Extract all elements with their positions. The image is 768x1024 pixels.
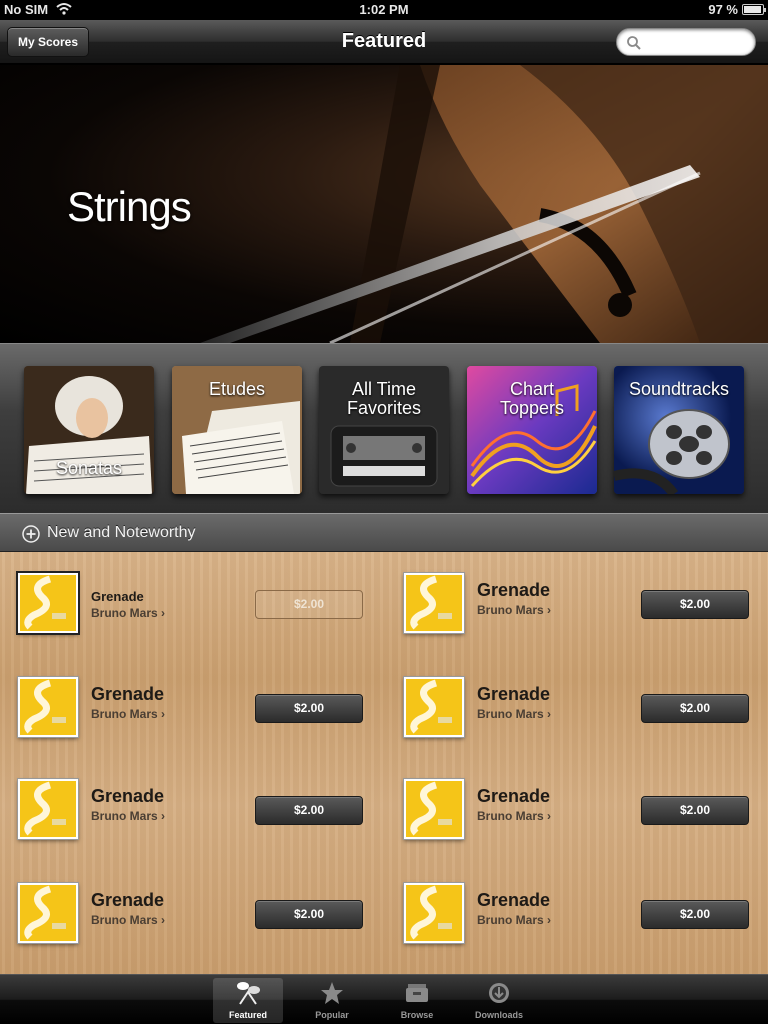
- section-header[interactable]: New and Noteworthy: [0, 513, 768, 552]
- category-sonatas[interactable]: Sonatas: [24, 366, 154, 494]
- song-title: Grenade: [477, 890, 551, 910]
- category-etudes[interactable]: Etudes: [172, 366, 302, 494]
- price-button[interactable]: $2.00: [255, 694, 363, 723]
- tab-bar: Featured Popular Browse Downloads: [0, 974, 768, 1024]
- album-art[interactable]: [16, 571, 80, 635]
- song-title: Grenade: [477, 786, 551, 806]
- song-title: Grenade: [91, 890, 165, 910]
- album-art[interactable]: [403, 572, 465, 634]
- album-art-image: [406, 575, 462, 631]
- chevron-right-icon: ›: [161, 606, 166, 620]
- price-button[interactable]: $2.00: [255, 590, 363, 619]
- price-button[interactable]: $2.00: [641, 796, 749, 825]
- tab-downloads[interactable]: Downloads: [464, 978, 534, 1023]
- price-button[interactable]: $2.00: [641, 694, 749, 723]
- song-title: Grenade: [91, 589, 144, 604]
- chevron-right-icon: ›: [161, 707, 166, 721]
- score-list: Grenade Bruno Mars › $2.00 Grenade Bruno…: [0, 552, 768, 974]
- artist-link[interactable]: Bruno Mars ›: [477, 603, 551, 617]
- artist-link[interactable]: Bruno Mars ›: [91, 809, 165, 823]
- tab-label: Browse: [400, 1010, 434, 1020]
- battery-percent: 97 %: [708, 2, 738, 17]
- song-title: Grenade: [91, 786, 165, 806]
- category-strip: Sonatas Etudes All Time Favorites Chart …: [0, 343, 768, 513]
- tile-label: Etudes: [208, 379, 266, 399]
- star-icon: [321, 982, 343, 1004]
- search-icon: [627, 36, 641, 50]
- tab-label: Downloads: [474, 1010, 523, 1020]
- list-item[interactable]: Grenade Bruno Mars › $2.00: [386, 656, 768, 760]
- list-item[interactable]: Grenade Bruno Mars › $2.00: [0, 656, 384, 760]
- album-art-image: [20, 885, 76, 941]
- status-bar: No SIM 1:02 PM 97 %: [0, 0, 768, 20]
- price-button[interactable]: $2.00: [641, 590, 749, 619]
- category-soundtracks[interactable]: Soundtracks: [614, 366, 744, 494]
- artist-link[interactable]: Bruno Mars ›: [477, 913, 551, 927]
- chevron-right-icon: ›: [547, 603, 552, 617]
- artist-link[interactable]: Bruno Mars ›: [477, 809, 551, 823]
- download-icon: [489, 983, 509, 1003]
- plus-circle-icon: [22, 525, 40, 543]
- category-all-time-favorites[interactable]: All Time Favorites: [319, 366, 449, 494]
- song-title: Grenade: [91, 684, 165, 704]
- featured-icon: [237, 982, 260, 1005]
- album-art[interactable]: [17, 882, 79, 944]
- list-item[interactable]: Grenade Bruno Mars › $2.00: [0, 552, 384, 656]
- album-art[interactable]: [403, 778, 465, 840]
- chevron-right-icon: ›: [547, 809, 552, 823]
- artist-link[interactable]: Bruno Mars ›: [91, 913, 165, 927]
- artist-link[interactable]: Bruno Mars ›: [91, 606, 165, 620]
- album-art-image: [406, 679, 462, 735]
- album-art[interactable]: [17, 778, 79, 840]
- list-item[interactable]: Grenade Bruno Mars › $2.00: [0, 862, 384, 966]
- tab-featured[interactable]: Featured: [213, 978, 283, 1023]
- price-button[interactable]: $2.00: [641, 900, 749, 929]
- tile-label: All Time Favorites: [346, 379, 422, 418]
- song-title: Grenade: [477, 684, 551, 704]
- list-item[interactable]: Grenade Bruno Mars › $2.00: [386, 758, 768, 862]
- category-chart-toppers[interactable]: Chart Toppers: [467, 366, 597, 494]
- navigation-bar: My Scores Featured: [0, 20, 768, 64]
- hero-banner[interactable]: Strings: [0, 65, 768, 343]
- artist-link[interactable]: Bruno Mars ›: [91, 707, 165, 721]
- album-art-image: [20, 679, 76, 735]
- tab-label: Featured: [228, 1010, 267, 1020]
- album-art[interactable]: [403, 882, 465, 944]
- album-art[interactable]: [17, 676, 79, 738]
- tab-popular[interactable]: Popular: [297, 978, 367, 1023]
- tab-label: Popular: [315, 1010, 349, 1020]
- album-art-image: [406, 885, 462, 941]
- chevron-right-icon: ›: [547, 913, 552, 927]
- list-item[interactable]: Grenade Bruno Mars › $2.00: [386, 862, 768, 966]
- artist-link[interactable]: Bruno Mars ›: [477, 707, 551, 721]
- search-input[interactable]: [616, 28, 756, 56]
- price-button[interactable]: $2.00: [255, 900, 363, 929]
- album-art-image: [20, 575, 76, 631]
- battery-icon: [742, 4, 766, 15]
- album-art-image: [406, 781, 462, 837]
- section-title: New and Noteworthy: [47, 524, 196, 541]
- clock: 1:02 PM: [359, 2, 409, 17]
- price-button[interactable]: $2.00: [255, 796, 363, 825]
- album-art[interactable]: [403, 676, 465, 738]
- list-item[interactable]: Grenade Bruno Mars › $2.00: [386, 552, 768, 656]
- song-title: Grenade: [477, 580, 551, 600]
- list-item[interactable]: Grenade Bruno Mars › $2.00: [0, 758, 384, 862]
- album-art-image: [20, 781, 76, 837]
- chevron-right-icon: ›: [161, 809, 166, 823]
- chevron-right-icon: ›: [547, 707, 552, 721]
- tile-label: Chart Toppers: [499, 379, 565, 418]
- tile-label: Soundtracks: [628, 379, 730, 399]
- tab-browse[interactable]: Browse: [382, 978, 452, 1023]
- hero-title: Strings: [67, 183, 192, 230]
- chevron-right-icon: ›: [161, 913, 166, 927]
- browse-icon: [406, 984, 428, 1002]
- tile-label: Sonatas: [55, 458, 123, 478]
